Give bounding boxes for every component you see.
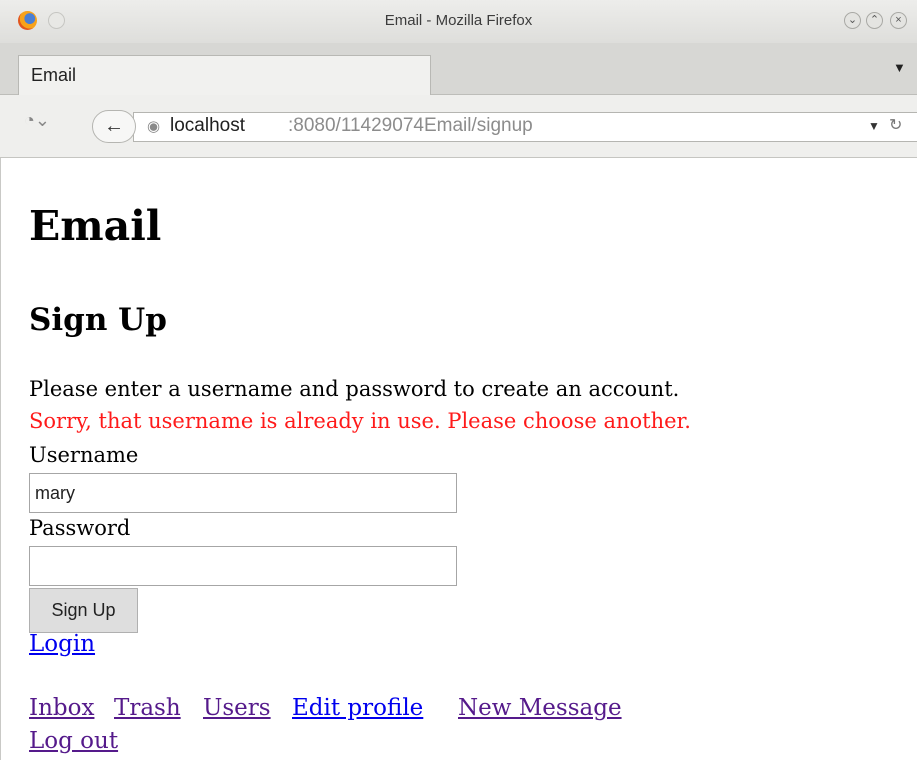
history-icon[interactable]: ◔⌄ bbox=[24, 110, 50, 131]
tab-list-icon[interactable]: ▼ bbox=[893, 60, 906, 75]
username-field[interactable]: mary bbox=[29, 473, 457, 513]
page-content: Email Sign Up Please enter a username an… bbox=[0, 158, 917, 760]
inbox-link[interactable]: Inbox bbox=[29, 695, 94, 721]
new-message-link[interactable]: New Message bbox=[458, 695, 622, 721]
url-dropdown-icon[interactable]: ▼ bbox=[868, 119, 880, 133]
error-message: Sorry, that username is already in use. … bbox=[29, 409, 691, 433]
page-title: Email bbox=[29, 202, 162, 250]
log-out-link[interactable]: Log out bbox=[29, 728, 118, 754]
back-button[interactable]: ← bbox=[92, 110, 136, 143]
edit-profile-link[interactable]: Edit profile bbox=[292, 695, 423, 721]
page-subtitle: Sign Up bbox=[29, 302, 167, 338]
tab-email[interactable]: Email bbox=[18, 55, 431, 95]
minimize-button[interactable]: ⌄ bbox=[844, 12, 861, 29]
window-title: Email - Mozilla Firefox bbox=[384, 12, 533, 29]
url-path[interactable]: :8080/11429074Email/signup bbox=[288, 115, 533, 137]
password-field[interactable] bbox=[29, 546, 457, 586]
trash-link[interactable]: Trash bbox=[114, 695, 181, 721]
globe-icon[interactable]: ◉ bbox=[147, 117, 160, 135]
login-link[interactable]: Login bbox=[29, 631, 95, 657]
close-button[interactable]: × bbox=[890, 12, 907, 29]
reload-icon[interactable]: ↻ bbox=[889, 115, 902, 135]
password-label: Password bbox=[29, 516, 131, 540]
tab-label: Email bbox=[31, 65, 77, 85]
sign-up-button[interactable]: Sign Up bbox=[29, 588, 138, 633]
maximize-button[interactable]: ⌃ bbox=[866, 12, 883, 29]
users-link[interactable]: Users bbox=[203, 695, 271, 721]
url-host[interactable]: localhost bbox=[170, 115, 245, 137]
username-label: Username bbox=[29, 443, 139, 467]
intro-text: Please enter a username and password to … bbox=[29, 377, 680, 401]
